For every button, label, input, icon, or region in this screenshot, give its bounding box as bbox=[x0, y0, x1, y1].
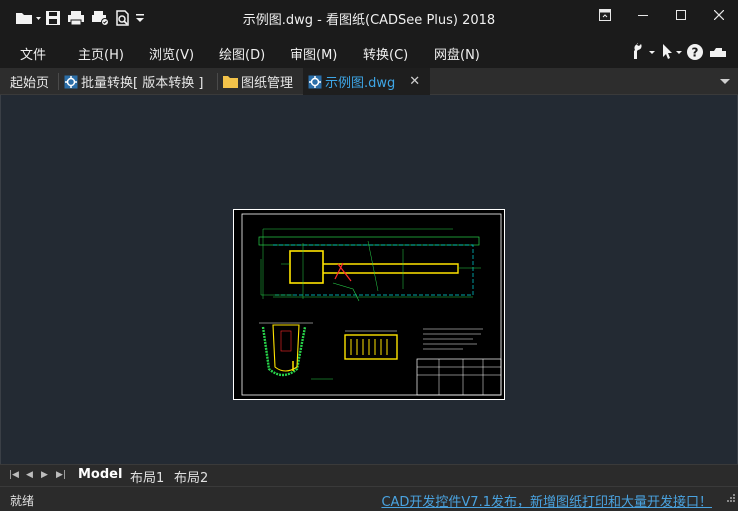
drawing-canvas[interactable] bbox=[0, 95, 738, 464]
window-controls bbox=[586, 0, 738, 30]
tab-sample-dwg[interactable]: 示例图.dwg ✕ bbox=[303, 68, 430, 95]
menu-convert[interactable]: 转换(C) bbox=[363, 44, 408, 63]
status-text: 就绪 bbox=[10, 494, 35, 508]
menu-tools: ? bbox=[632, 42, 728, 62]
cursor-icon[interactable] bbox=[660, 42, 684, 62]
status-bar: 就绪 CAD开发控件V7.1发布，新增图纸打印和大量开发接口！ bbox=[0, 486, 738, 511]
tab-label: 批量转换[ 版本转换 ] bbox=[81, 76, 204, 91]
help-icon[interactable]: ? bbox=[686, 42, 706, 62]
close-icon[interactable] bbox=[700, 0, 738, 30]
title-bar: 示例图.dwg - 看图纸(CADSee Plus) 2018 bbox=[0, 0, 738, 36]
maximize-icon[interactable] bbox=[662, 0, 700, 30]
next-layout-icon[interactable]: ▶ bbox=[41, 470, 48, 480]
save-icon[interactable] bbox=[42, 8, 64, 28]
folder-icon bbox=[223, 75, 238, 88]
menu-browse[interactable]: 浏览(V) bbox=[149, 44, 194, 63]
resize-grip-icon[interactable] bbox=[725, 493, 735, 508]
tab-start-page[interactable]: 起始页 bbox=[10, 68, 49, 95]
tab-divider bbox=[58, 73, 59, 90]
tab-label: 示例图.dwg bbox=[325, 76, 396, 91]
customize-dropdown-icon[interactable] bbox=[134, 8, 146, 28]
first-layout-icon[interactable]: |◀ bbox=[9, 470, 19, 480]
tab-label: 起始页 bbox=[10, 76, 50, 91]
tab-divider bbox=[217, 73, 218, 90]
folder-open-icon[interactable] bbox=[14, 8, 42, 28]
menu-home[interactable]: 主页(H) bbox=[78, 44, 124, 63]
tab-drawing-manager[interactable]: 图纸管理 bbox=[223, 68, 293, 95]
layout-tab-model[interactable]: Model bbox=[78, 467, 122, 482]
cloud-icon[interactable] bbox=[708, 42, 728, 62]
gear-icon bbox=[308, 75, 322, 89]
batch-print-icon[interactable] bbox=[88, 8, 112, 28]
announcement-link[interactable]: CAD开发控件V7.1发布，新增图纸打印和大量开发接口！ bbox=[381, 491, 712, 510]
menu-draw[interactable]: 绘图(D) bbox=[219, 44, 265, 63]
previous-layout-icon[interactable]: ◀ bbox=[26, 470, 33, 480]
print-icon[interactable] bbox=[64, 8, 88, 28]
menu-file[interactable]: 文件 bbox=[20, 44, 46, 63]
layout-tab-1[interactable]: 布局1 bbox=[130, 467, 164, 486]
menu-cloud-drive[interactable]: 网盘(N) bbox=[434, 44, 480, 63]
last-layout-icon[interactable]: ▶| bbox=[56, 470, 66, 480]
close-icon[interactable]: ✕ bbox=[409, 74, 420, 89]
gear-icon bbox=[64, 75, 78, 89]
wrench-icon[interactable] bbox=[632, 42, 658, 62]
menu-review[interactable]: 审图(M) bbox=[290, 44, 337, 63]
ribbon-toggle-icon[interactable] bbox=[586, 0, 624, 30]
layout-tab-bar: |◀ ◀ ▶ ▶| Model 布局1 布局2 bbox=[0, 464, 738, 486]
svg-text:?: ? bbox=[692, 46, 699, 60]
tab-batch-convert[interactable]: 批量转换[ 版本转换 ] bbox=[64, 68, 203, 95]
tab-list-dropdown-icon[interactable] bbox=[720, 75, 730, 90]
layout-tab-2[interactable]: 布局2 bbox=[174, 467, 208, 486]
print-preview-icon[interactable] bbox=[112, 8, 134, 28]
minimize-icon[interactable] bbox=[624, 0, 662, 30]
menu-bar: 文件 主页(H) 浏览(V) 绘图(D) 审图(M) 转换(C) 网盘(N) ? bbox=[0, 36, 738, 68]
tab-label: 图纸管理 bbox=[241, 76, 294, 91]
cad-drawing bbox=[233, 209, 505, 400]
quick-access-toolbar bbox=[14, 8, 146, 28]
document-tab-bar: 起始页 批量转换[ 版本转换 ] 图纸管理 示例图.dwg ✕ bbox=[0, 68, 738, 95]
